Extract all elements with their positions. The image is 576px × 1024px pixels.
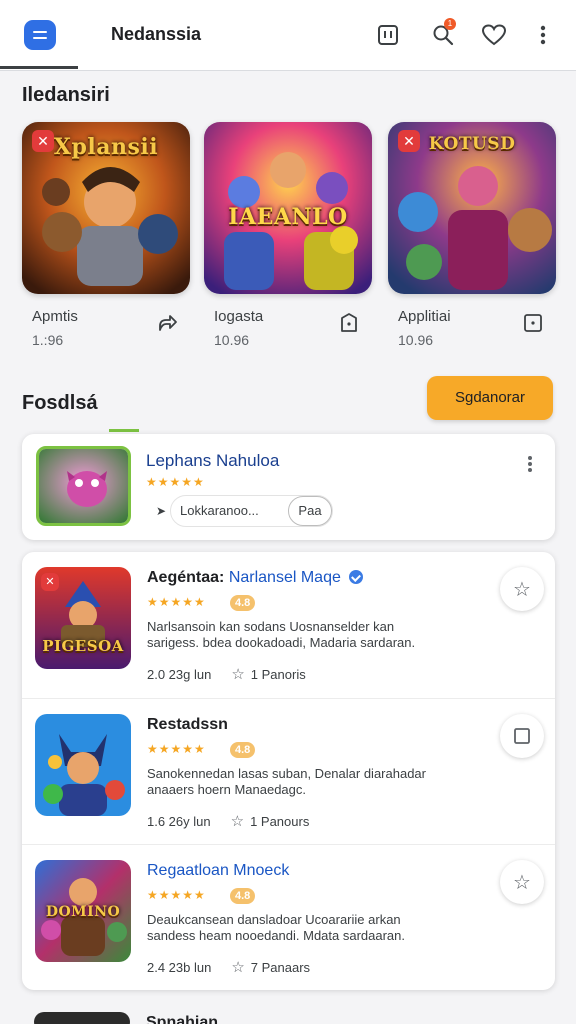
list-item[interactable]: PIGESOA ✕ Aegéntaa: Narlansel Maqe ★★★★★… [22,552,555,698]
meta-stat: 1.6 26y lun [147,814,211,829]
close-icon[interactable]: ✕ [32,130,54,152]
list-section-title: Fosdlsá [22,392,98,414]
featured-subtitle: 10.96 [214,332,250,348]
app-title-main: Restadssn [147,716,228,733]
search-icon[interactable]: 1 [428,18,458,50]
app-title: Regaatloan Mnoeck [147,862,289,880]
rating-stars: ★★★★★ [147,595,206,609]
app-title: Restadssn [147,716,228,734]
share-icon[interactable] [156,312,178,334]
rating-stars: ★★★★★ [146,475,205,489]
star-outline-icon: ☆ [231,666,245,683]
verified-icon [349,570,364,584]
app-title-accent: Regaatloan Mnoeck [147,862,290,879]
description-line: sarigess. bdea dookadoadi, Madaria sarda… [147,635,416,650]
app-title: Nedanssia [111,24,202,44]
bookmark-icon[interactable] [338,312,360,334]
app-description: Sanokennedan lasas suban, Denalar diarah… [147,766,447,798]
app-list-card: PIGESOA ✕ Aegéntaa: Narlansel Maqe ★★★★★… [22,552,555,990]
more-icon[interactable] [528,20,558,50]
meta-stat: 1 Panours [250,814,310,829]
app-description: Narlsansoin kan sodans Uosnanselder kan … [147,619,447,651]
close-icon[interactable]: ✕ [398,130,420,152]
highlight-thumbnail [36,446,131,526]
rating-stars: ★★★★★ [147,742,206,756]
app-meta: 1.6 26y lun ☆ 1 Panours [147,812,309,830]
app-title: Aegéntaa: Narlansel Maqe [147,569,364,587]
featured-art-caption: IAEANLO [228,204,348,230]
star-outline-icon: ☆ [230,813,245,830]
bottom-nav-pill[interactable] [34,1012,130,1024]
thumbnail-caption: PIGESOA [42,637,124,655]
featured-card[interactable]: KOTUSD ✕ Applitiai 10.96 [388,122,556,352]
inline-input-value: Lokkaranoo... [180,503,259,518]
featured-section-title: Iledansiri [22,84,110,106]
featured-artwork[interactable]: Xplansii ✕ [22,122,190,294]
highlight-title: Lephans Nahuloa [146,451,280,470]
cursor-icon: ➤ [156,504,167,518]
app-thumbnail: DOMINO [35,860,131,962]
app-meta: 2.4 23b lun ☆ 7 Panaars [147,958,310,976]
primary-cta-button[interactable]: Sgdanorar [427,376,553,420]
score-badge: 4.8 [230,742,256,758]
score-badge: 4.8 [230,595,256,611]
section-accent-line [109,429,139,432]
star-icon[interactable]: ☆ [500,860,544,904]
featured-subtitle: 1.:96 [32,332,64,348]
star-icon[interactable]: ☆ [500,567,544,611]
score-badge: 4.8 [230,888,256,904]
menu-button[interactable] [24,20,56,50]
rating-stars: ★★★★★ [147,888,206,902]
app-thumbnail [35,714,131,816]
description-line: sandess heam nooedandi. Mdata sardaaran. [147,928,406,943]
notification-badge: 1 [444,18,456,30]
meta-stat: 1 Panoris [250,667,306,682]
list-item[interactable]: DOMINO Regaatloan Mnoeck ★★★★★ 4.8 Deauk… [22,844,555,990]
featured-card[interactable]: Xplansii ✕ Apmtis 1.:96 [22,122,190,352]
top-app-bar: Nedanssia 1 [0,0,576,70]
star-outline-icon: ☆ [231,959,245,976]
meta-stat: 7 Panaars [250,960,311,975]
description-line: Narlsansoin kan sodans Uosnanselder kan [147,619,395,634]
app-meta: 2.0 23g lun ☆ 1 Panoris [147,665,306,683]
thumbnail-caption: DOMINO [45,904,121,920]
featured-name: Iogasta [214,308,264,325]
featured-name: Apmtis [32,308,78,325]
list-item[interactable]: Restadssn ★★★★★ 4.8 Sanokennedan lasas s… [22,698,555,844]
ad-icon[interactable] [373,20,403,50]
featured-artwork[interactable]: IAEANLO [204,122,372,294]
inline-input-button[interactable]: Paa [288,496,332,526]
square-icon[interactable] [522,312,544,334]
app-thumbnail: PIGESOA ✕ [35,567,131,669]
square-icon[interactable] [500,714,544,758]
close-icon[interactable]: ✕ [41,573,59,591]
app-description: Deaukcansean dansladoar Ucoarariie arkan… [147,912,447,944]
active-tab-indicator [0,66,78,69]
featured-card[interactable]: IAEANLO Iogasta 10.96 [204,122,372,352]
header-divider [0,70,576,71]
highlight-card[interactable]: Lephans Nahuloa ★★★★★ ➤ Lokkaranoo... Pa… [22,434,555,540]
more-options-icon[interactable] [527,456,533,472]
app-title-accent: Narlansel Maqe [228,569,341,586]
inline-input[interactable]: Lokkaranoo... Paa [170,495,333,527]
description-line: anaaers hoern Manaedagc. [147,782,307,797]
description-line: Sanokennedan lasas suban, Denalar diarah… [147,766,426,781]
featured-artwork[interactable]: KOTUSD ✕ [388,122,556,294]
app-title-main: Aegéntaa: [147,569,225,586]
description-line: Deaukcansean dansladoar Ucoarariie arkan [147,912,401,927]
bottom-section-title: Spnahian [146,1014,219,1024]
heart-icon[interactable] [479,20,509,50]
featured-name: Applitiai [398,308,451,325]
featured-subtitle: 10.96 [398,332,434,348]
meta-stat: 2.4 23b lun [147,960,212,975]
meta-stat: 2.0 23g lun [147,667,212,682]
